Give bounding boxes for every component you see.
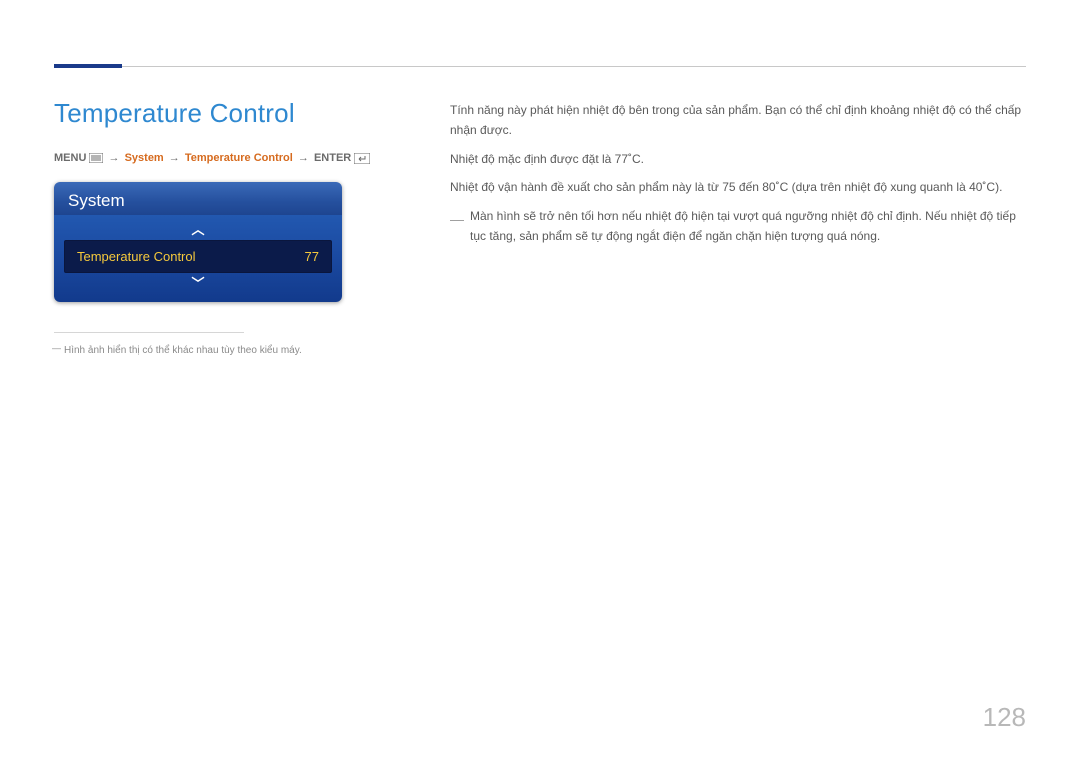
breadcrumb-system: System [125,152,164,164]
description-paragraph-1: Tính năng này phát hiện nhiệt độ bên tro… [450,100,1026,141]
image-footnote: Hình ảnh hiển thị có thể khác nhau tùy t… [54,343,394,358]
description-paragraph-2: Nhiệt độ mặc định được đặt là 77˚C. [450,149,1026,169]
breadcrumb: MENU → System → Temperature Control → EN… [54,151,394,166]
footnote-divider [54,332,244,333]
chevron-down-icon[interactable]: ﹀ [64,275,332,292]
left-column: Temperature Control MENU → System → Temp… [54,98,394,358]
osd-header: System [54,182,342,215]
osd-row-value: 77 [305,249,319,264]
section-title: Temperature Control [54,98,394,129]
breadcrumb-menu: MENU [54,152,86,164]
osd-panel: System ︿ Temperature Control 77 ﹀ [54,182,342,302]
chevron-up-icon[interactable]: ︿ [64,221,332,238]
warning-note: Màn hình sẽ trở nên tối hơn nếu nhiệt độ… [450,206,1026,247]
description-paragraph-3: Nhiệt độ vận hành đề xuất cho sản phẩm n… [450,177,1026,197]
breadcrumb-enter: ENTER [314,152,351,164]
arrow-icon: → [298,152,309,164]
osd-body: ︿ Temperature Control 77 ﹀ [54,215,342,302]
menu-icon [89,153,103,163]
breadcrumb-temperature-control: Temperature Control [185,152,293,164]
right-column: Tính năng này phát hiện nhiệt độ bên tro… [450,100,1026,254]
arrow-icon: → [169,152,180,164]
osd-selected-row[interactable]: Temperature Control 77 [64,240,332,273]
top-rule [122,66,1026,67]
page-number: 128 [983,702,1026,733]
osd-row-label: Temperature Control [77,249,196,264]
enter-icon [354,153,370,164]
chapter-marker [54,64,122,68]
arrow-icon: → [109,152,120,164]
